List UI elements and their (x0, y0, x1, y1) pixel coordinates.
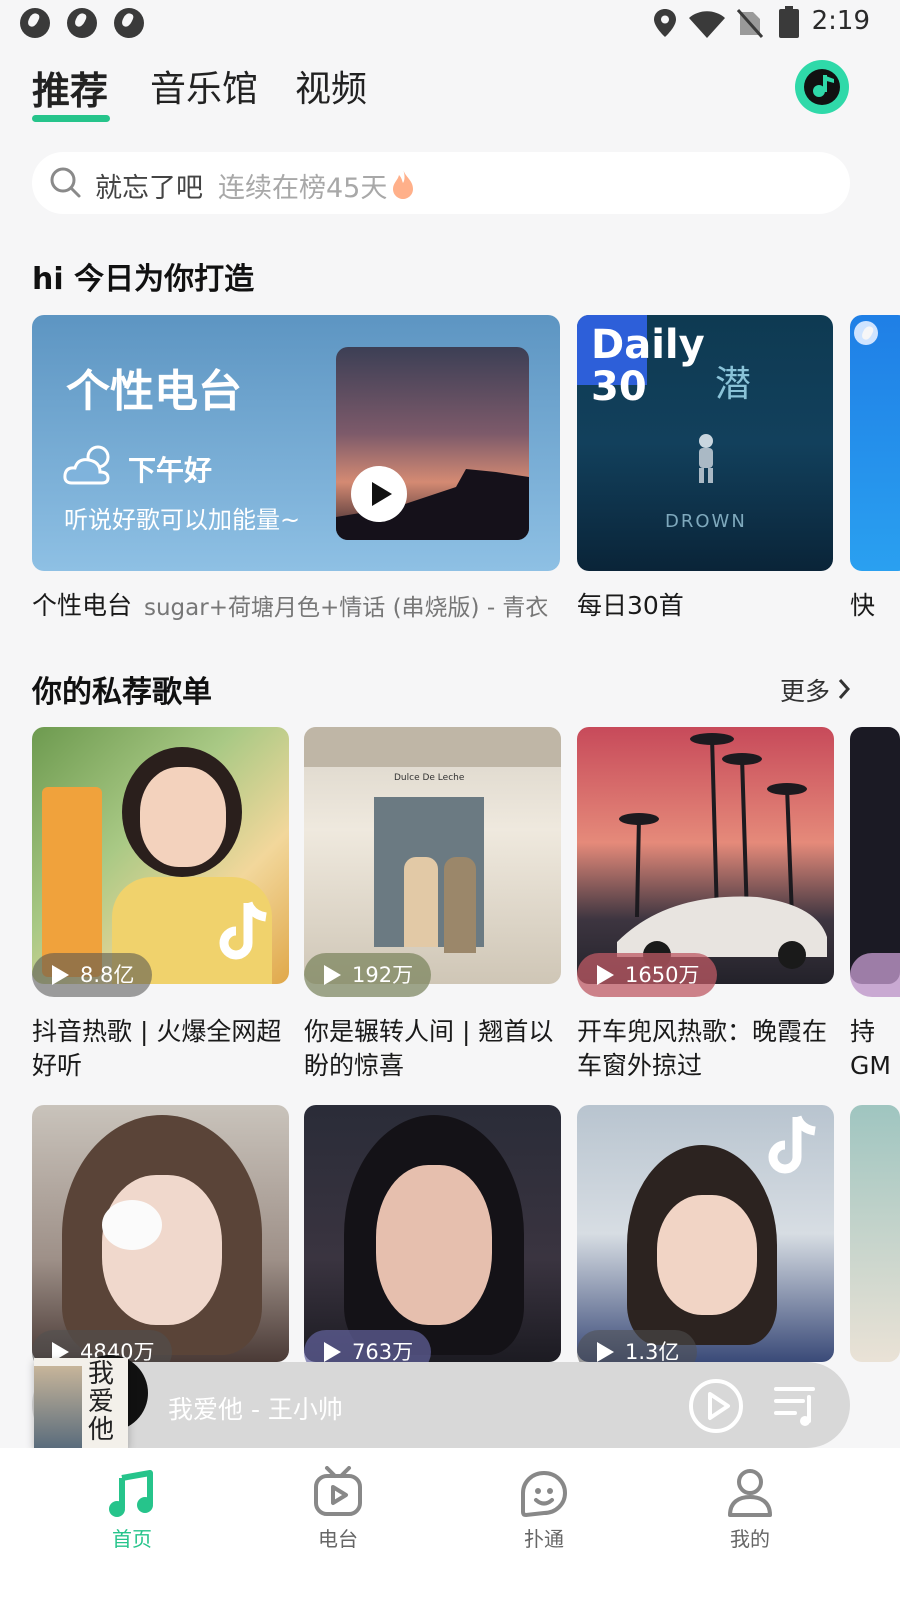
quick-card[interactable] (850, 315, 900, 571)
playlist-cover[interactable] (32, 727, 289, 984)
daily30-logo-line1: Daily (591, 322, 705, 368)
clock: 2:19 (811, 6, 870, 36)
playlist-cover[interactable] (850, 1105, 900, 1362)
radio-heading: 个性电台 (66, 366, 242, 417)
cover-face (657, 1195, 757, 1315)
cover-sign: Dulce De Leche (394, 773, 465, 783)
tab-music-hall[interactable]: 音乐馆 (150, 60, 258, 112)
person-icon[interactable] (727, 1468, 773, 1518)
daily30-caption: 每日30首 (577, 591, 684, 620)
tab-recommend[interactable]: 推荐 (32, 60, 108, 115)
globe-icon (67, 8, 97, 38)
nav-putong[interactable]: 扑通 (504, 1523, 584, 1552)
radio-subtitle: 听说好歌可以加能量~ (64, 506, 301, 534)
cover-face (102, 1175, 222, 1325)
now-playing-title: 我爱他 - 王小帅 (168, 1395, 343, 1424)
tab-video[interactable]: 视频 (295, 60, 367, 112)
playlist-cover[interactable] (304, 1105, 561, 1362)
tiktok-icon (219, 901, 267, 960)
playlist-cover[interactable] (577, 1105, 834, 1362)
play-count-badge: 8.8亿 (32, 953, 153, 997)
radio-greeting: 下午好 (128, 454, 213, 487)
daily30-logo-line2: 30 (591, 364, 647, 410)
play-count-badge: 1650万 (577, 953, 718, 997)
globe-icon (854, 321, 878, 345)
more-link[interactable]: 更多 (780, 672, 830, 708)
music-note-icon[interactable] (108, 1470, 156, 1518)
cover-rail (42, 787, 102, 977)
cover-face (140, 767, 226, 867)
cover-eyepatch (102, 1200, 162, 1250)
no-sim-icon (737, 9, 763, 38)
chevron-right-icon[interactable] (836, 677, 852, 701)
playlist-cover[interactable] (32, 1105, 289, 1362)
playlist-cover[interactable] (850, 727, 900, 984)
nav-home[interactable]: 首页 (92, 1523, 172, 1552)
tv-radio-icon[interactable] (313, 1466, 363, 1518)
daily30-card[interactable]: Daily 30 潜 DROWN (577, 315, 833, 571)
search-icon (50, 167, 81, 198)
diver-figure (699, 434, 713, 483)
nav-mine[interactable]: 我的 (710, 1523, 790, 1552)
cover-photo (34, 1366, 82, 1448)
cover-person (404, 857, 438, 947)
wifi-icon (689, 11, 725, 38)
quick-caption: 快 (850, 591, 876, 620)
section-title-playlists: 你的私荐歌单 (32, 675, 212, 710)
cover-person (444, 857, 476, 953)
tiktok-icon (768, 1115, 816, 1174)
cover-text: 我爱他 (88, 1359, 115, 1445)
cover-face (376, 1165, 492, 1325)
globe-icon (20, 8, 50, 38)
cover-palms (617, 733, 827, 969)
cloud-sun-icon (63, 445, 110, 485)
music-recognize-icon[interactable] (795, 60, 849, 114)
play-icon[interactable] (350, 465, 408, 523)
cover-roof (304, 727, 561, 767)
status-bar: 2:19 (0, 0, 900, 46)
battery-icon (779, 6, 799, 38)
radio-caption: 个性电台 (32, 591, 133, 620)
tab-underline (32, 115, 110, 122)
radio-card[interactable]: 个性电台 下午好 听说好歌可以加能量~ (32, 315, 560, 571)
play-count-badge: 192万 (304, 953, 432, 997)
playlist-cover[interactable]: Dulce De Leche (304, 727, 561, 984)
playlist-title[interactable]: 开车兜风热歌：晚霞在车窗外掠过 (577, 1015, 827, 1083)
playlist-queue-icon[interactable] (773, 1383, 819, 1429)
play-count-badge (850, 953, 900, 997)
playlist-title[interactable]: 持GM (850, 1015, 890, 1083)
chat-face-icon[interactable] (520, 1470, 568, 1518)
daily30-cn-title: 潜 (715, 364, 752, 405)
playlist-title[interactable]: 你是辗转人间 | 翘首以盼的惊喜 (304, 1015, 554, 1083)
globe-icon (114, 8, 144, 38)
section-title-daily: hi 今日为你打造 (32, 262, 255, 297)
nav-radio[interactable]: 电台 (298, 1523, 378, 1552)
playlist-cover[interactable] (577, 727, 834, 984)
location-icon (654, 9, 676, 37)
daily30-en-title: DROWN (665, 511, 747, 532)
search-hint: 连续在榜45天 (218, 173, 388, 204)
playlist-title[interactable]: 抖音热歌 | 火爆全网超好听 (32, 1015, 282, 1083)
radio-caption-song: sugar+荷塘月色+情话 (串烧版) - 青衣 (144, 595, 549, 621)
play-icon[interactable] (688, 1378, 744, 1434)
search-keyword[interactable]: 就忘了吧 (95, 166, 203, 205)
song-cover[interactable]: 我爱他 (34, 1358, 128, 1448)
fire-icon (393, 169, 413, 199)
